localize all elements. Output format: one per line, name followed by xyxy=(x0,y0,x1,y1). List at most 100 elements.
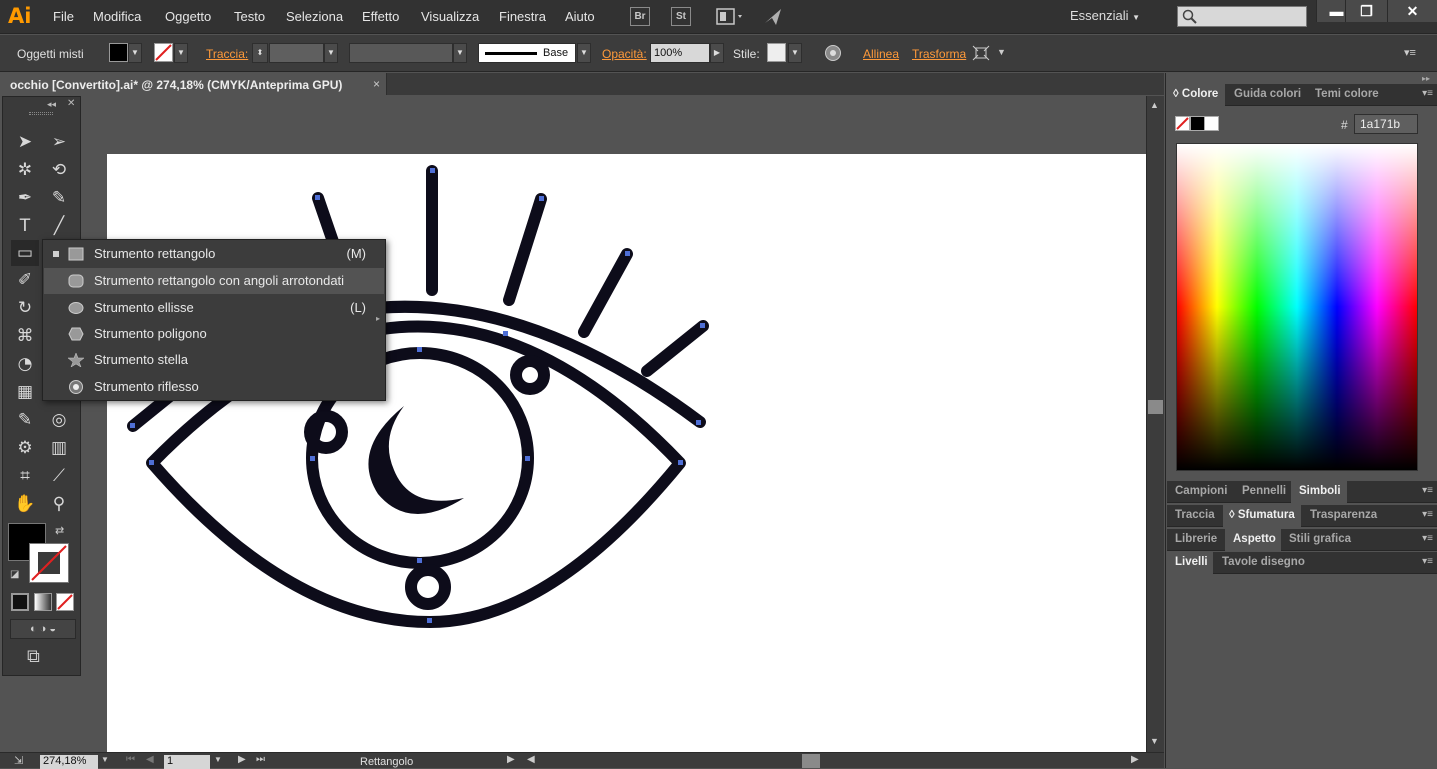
tab-tavole-disegno[interactable]: Tavole disegno xyxy=(1222,556,1305,568)
collapse-panel-icon[interactable]: ◂◂ xyxy=(47,99,56,110)
profile-dropdown[interactable]: ▼ xyxy=(453,43,467,63)
canvas-area[interactable] xyxy=(82,96,1146,752)
stroke-dropdown[interactable]: ▼ xyxy=(174,43,188,63)
eyedropper-tool-icon[interactable]: ✎ xyxy=(11,407,39,433)
none-swatch[interactable] xyxy=(1175,116,1190,131)
artboard-tool-icon[interactable]: ⌗ xyxy=(11,463,39,489)
opacity-link[interactable]: Opacità: xyxy=(602,47,647,61)
flyout-item-flare[interactable]: Strumento riflesso xyxy=(44,374,384,400)
menu-finestra[interactable]: Finestra xyxy=(499,9,546,24)
flyout-item-rectangle[interactable]: Strumento rettangolo (M) xyxy=(44,241,384,267)
hex-color-input[interactable]: 1a171b xyxy=(1354,114,1418,134)
zoom-dropdown-icon[interactable]: ▼ xyxy=(101,755,109,764)
paintbrush-tool-icon[interactable]: ✐ xyxy=(11,267,39,293)
fill-dropdown[interactable]: ▼ xyxy=(128,43,142,63)
tab-trasparenza[interactable]: Trasparenza xyxy=(1310,509,1377,521)
sync-icon[interactable] xyxy=(762,6,784,28)
menu-effetto[interactable]: Effetto xyxy=(362,9,399,24)
pen-tool-icon[interactable]: ✒ xyxy=(11,185,39,211)
scroll-right-icon[interactable]: ▶ xyxy=(1131,754,1139,765)
line-tool-icon[interactable]: ╱ xyxy=(45,213,73,239)
menu-seleziona[interactable]: Seleziona xyxy=(286,9,343,24)
curvature-tool-icon[interactable]: ✎ xyxy=(45,185,73,211)
scroll-up-icon[interactable]: ▲ xyxy=(1150,100,1159,110)
menu-file[interactable]: File xyxy=(53,9,74,24)
transform-link[interactable]: Trasforma xyxy=(912,47,966,61)
collapse-dock-icon[interactable]: ▸▸ xyxy=(1422,74,1430,83)
flyout-item-polygon[interactable]: Strumento poligono xyxy=(44,321,384,347)
tab-temi-colore[interactable]: Temi colore xyxy=(1315,88,1379,100)
stroke-swatch[interactable] xyxy=(154,43,173,62)
stroke-weight-field[interactable] xyxy=(269,43,324,63)
close-window-button[interactable]: ✕ xyxy=(1387,0,1437,22)
last-artboard-icon[interactable]: ⏭ xyxy=(256,754,265,765)
bridge-button[interactable]: Br xyxy=(630,7,650,26)
control-panel-menu-icon[interactable]: ▾≡ xyxy=(1404,46,1416,59)
stock-button[interactable]: St xyxy=(671,7,691,26)
symbol-sprayer-tool-icon[interactable]: ⚙ xyxy=(11,435,39,461)
flyout-item-rounded-rectangle[interactable]: Strumento rettangolo con angoli arrotond… xyxy=(44,268,384,294)
tab-librerie[interactable]: Librerie xyxy=(1175,533,1217,545)
scroll-left-icon[interactable]: ◀ xyxy=(527,754,535,765)
document-tab[interactable]: occhio [Convertito].ai* @ 274,18% (CMYK/… xyxy=(0,73,387,95)
black-swatch[interactable] xyxy=(1190,116,1205,131)
tab-aspetto[interactable]: Aspetto xyxy=(1233,533,1276,545)
color-mode-button[interactable] xyxy=(11,593,29,611)
blend-tool-icon[interactable]: ◎ xyxy=(45,407,73,433)
stroke-link[interactable]: Traccia: xyxy=(206,47,248,61)
artboard-number-field[interactable]: 1 xyxy=(164,755,210,769)
tab-campioni[interactable]: Campioni xyxy=(1175,485,1227,497)
export-icon[interactable]: ⇲ xyxy=(14,754,23,767)
opacity-slider-button[interactable]: ▶ xyxy=(710,43,724,63)
fill-swatch[interactable] xyxy=(109,43,128,62)
first-artboard-icon[interactable]: ⏮ xyxy=(126,754,135,765)
magic-wand-tool-icon[interactable]: ✲ xyxy=(11,157,39,183)
scroll-thumb[interactable] xyxy=(1148,400,1163,414)
opacity-field[interactable]: 100% xyxy=(650,43,710,63)
type-tool-icon[interactable]: T xyxy=(11,213,39,239)
color-spectrum[interactable] xyxy=(1176,143,1418,471)
graph-tool-icon[interactable]: ▥ xyxy=(45,435,73,461)
vertical-scrollbar[interactable]: ▲ ▼ xyxy=(1146,96,1164,752)
isolate-object-icon[interactable] xyxy=(971,44,991,62)
artboard-dropdown-icon[interactable]: ▼ xyxy=(214,755,222,764)
slice-tool-icon[interactable]: ⟋ xyxy=(45,463,73,489)
tab-traccia[interactable]: Traccia xyxy=(1175,509,1215,521)
lasso-tool-icon[interactable]: ⟲ xyxy=(45,157,73,183)
brush-dropdown[interactable]: ▼ xyxy=(577,43,591,63)
menu-visualizza[interactable]: Visualizza xyxy=(421,9,479,24)
width-tool-icon[interactable]: ⌘ xyxy=(11,323,39,349)
rectangle-tool-icon[interactable]: ▭ xyxy=(11,240,39,266)
help-search-input[interactable] xyxy=(1177,6,1307,27)
mesh-tool-icon[interactable]: ▦ xyxy=(11,379,39,405)
tab-guida-colori[interactable]: Guida colori xyxy=(1234,88,1301,100)
screen-mode-icon[interactable]: ⧉ xyxy=(27,646,40,667)
arrange-documents-icon[interactable] xyxy=(716,8,746,26)
white-swatch[interactable] xyxy=(1204,116,1219,131)
isolate-dropdown-icon[interactable]: ▼ xyxy=(997,47,1006,57)
flyout-item-star[interactable]: Strumento stella xyxy=(44,347,384,373)
tab-simboli[interactable]: Simboli xyxy=(1299,485,1341,497)
scroll-down-icon[interactable]: ▼ xyxy=(1150,736,1159,746)
flyout-item-ellipse[interactable]: Strumento ellisse (L) xyxy=(44,295,384,321)
selection-tool-icon[interactable]: ➤ xyxy=(11,129,39,155)
brush-definition[interactable]: Base xyxy=(478,43,576,63)
panel-menu-icon[interactable]: ▾≡ xyxy=(1422,556,1433,567)
panel-menu-icon[interactable]: ▾≡ xyxy=(1422,533,1433,544)
graphic-style-swatch[interactable] xyxy=(767,43,786,62)
panel-grip[interactable] xyxy=(29,112,53,115)
next-artboard-icon[interactable]: ▶ xyxy=(238,754,246,765)
status-menu-icon[interactable]: ▶ xyxy=(507,754,515,765)
align-link[interactable]: Allinea xyxy=(863,47,899,61)
variable-width-profile[interactable] xyxy=(349,43,453,63)
menu-modifica[interactable]: Modifica xyxy=(93,9,141,24)
prev-artboard-icon[interactable]: ◀ xyxy=(146,754,154,765)
tab-pennelli[interactable]: Pennelli xyxy=(1242,485,1286,497)
direct-selection-tool-icon[interactable]: ➢ xyxy=(45,129,73,155)
menu-testo[interactable]: Testo xyxy=(234,9,265,24)
zoom-tool-icon[interactable]: ⚲ xyxy=(45,491,73,517)
panel-menu-icon[interactable]: ▾≡ xyxy=(1422,509,1433,520)
swap-colors-icon[interactable]: ⇄ xyxy=(55,524,64,537)
restore-button[interactable]: ❐ xyxy=(1345,0,1387,22)
close-tab-button[interactable]: × xyxy=(373,77,380,91)
